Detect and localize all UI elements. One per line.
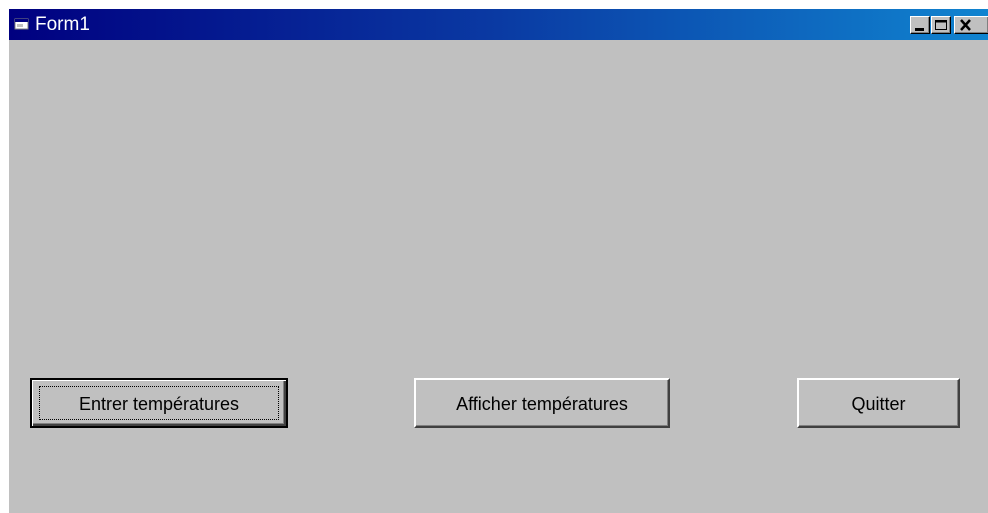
quitter-button[interactable]: Quitter [797, 378, 960, 428]
quitter-label: Quitter [851, 394, 906, 414]
minimize-icon [915, 28, 924, 31]
form-window: Form1 Entrer températures Afficher tempé… [9, 9, 988, 513]
afficher-temperatures-label: Afficher températures [456, 394, 628, 414]
close-button[interactable] [954, 16, 988, 34]
close-icon [960, 19, 971, 31]
minimize-button[interactable] [910, 16, 930, 34]
afficher-temperatures-button[interactable]: Afficher températures [414, 378, 670, 428]
window-title: Form1 [35, 14, 90, 35]
title-bar[interactable]: Form1 [9, 9, 988, 40]
entrer-temperatures-label: Entrer températures [78, 394, 240, 414]
maximize-button[interactable] [931, 16, 951, 34]
maximize-icon [935, 20, 947, 30]
entrer-temperatures-button[interactable]: Entrer températures [30, 378, 288, 428]
form-icon[interactable] [14, 17, 30, 31]
